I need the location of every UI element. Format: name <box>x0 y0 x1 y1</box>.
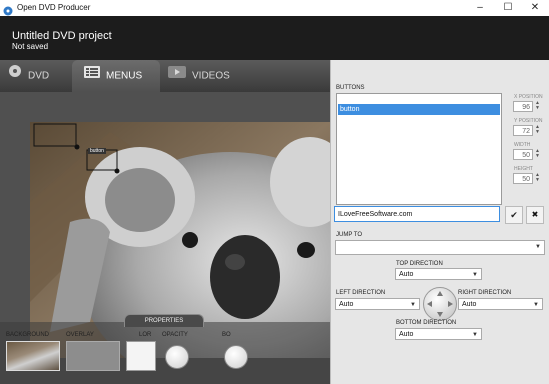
confirm-button[interactable]: ✔ <box>505 206 523 224</box>
top-direction-label: TOP DIRECTION <box>396 261 443 267</box>
button-name-input[interactable]: ILoveFreeSoftware.com <box>334 206 500 222</box>
tab-videos[interactable]: VIDEOS <box>168 60 230 92</box>
overlay-label: OVERLAY <box>66 332 94 338</box>
tab-dvd-label: DVD <box>28 70 50 82</box>
direction-pad[interactable] <box>423 287 457 321</box>
buttons-list[interactable]: button <box>336 93 502 205</box>
width-label: WIDTH <box>514 142 531 148</box>
bottom-direction-label: BOTTOM DIRECTION <box>396 320 457 326</box>
y-spinner[interactable]: ▲ ▼ <box>533 125 542 136</box>
opacity-knob[interactable] <box>165 345 189 369</box>
jump-to-label: JUMP TO <box>336 232 363 238</box>
tab-menus[interactable]: MENUS <box>72 60 160 92</box>
border-knob[interactable] <box>224 345 248 369</box>
right-direction-value: Auto <box>462 301 477 308</box>
preview-button-label[interactable]: button <box>88 148 106 154</box>
window-title: Open DVD Producer <box>17 3 91 12</box>
top-direction-select[interactable]: Auto ▼ <box>395 268 482 280</box>
x-spinner[interactable]: ▲ ▼ <box>533 101 542 112</box>
border-label: BO <box>222 332 231 338</box>
height-input[interactable]: 50 <box>513 173 533 184</box>
video-icon <box>168 60 186 92</box>
jump-to-select[interactable]: ▼ <box>335 240 545 255</box>
y-position-input[interactable]: 72 <box>513 125 533 136</box>
chevron-down-icon: ▼ <box>472 332 478 338</box>
x-position-input[interactable]: 96 <box>513 101 533 112</box>
right-direction-select[interactable]: Auto ▼ <box>458 298 543 310</box>
delete-button[interactable]: ✖ <box>526 206 544 224</box>
left-direction-select[interactable]: Auto ▼ <box>335 298 420 310</box>
project-title: Untitled DVD project <box>12 30 112 42</box>
color-label: LOR <box>139 332 152 338</box>
color-swatch[interactable] <box>126 341 156 371</box>
right-direction-label: RIGHT DIRECTION <box>458 290 512 296</box>
chevron-down-icon: ▼ <box>410 302 416 308</box>
left-direction-value: Auto <box>339 301 354 308</box>
bottom-direction-select[interactable]: Auto ▼ <box>395 328 482 340</box>
chevron-down-icon: ▼ <box>533 302 539 308</box>
width-spinner[interactable]: ▲ ▼ <box>533 149 542 160</box>
window-title-bar: Open DVD Producer – ☐ ✕ <box>0 0 549 16</box>
properties-tab[interactable]: PROPERTIES <box>124 314 204 327</box>
background-label: BACKGROUND <box>6 332 50 338</box>
width-input[interactable]: 50 <box>513 149 533 160</box>
overlay-selector[interactable] <box>66 341 120 371</box>
list-item[interactable]: button <box>338 104 500 115</box>
menu-icon <box>84 60 100 92</box>
bottom-direction-value: Auto <box>399 331 414 338</box>
save-status: Not saved <box>12 42 49 51</box>
left-direction-label: LEFT DIRECTION <box>336 290 386 296</box>
minimize-button[interactable]: – <box>466 0 494 16</box>
chevron-down-icon: ▼ <box>472 272 478 278</box>
height-spinner[interactable]: ▲ ▼ <box>533 173 542 184</box>
tab-menus-label: MENUS <box>106 70 143 82</box>
background-thumbnail[interactable] <box>6 341 60 371</box>
project-header: Untitled DVD project Not saved <box>0 16 549 60</box>
height-label: HEIGHT <box>514 166 533 172</box>
app-icon <box>3 3 13 16</box>
tab-dvd[interactable]: DVD <box>8 60 49 92</box>
disc-icon <box>8 60 22 92</box>
chevron-down-icon: ▼ <box>535 244 541 250</box>
close-button[interactable]: ✕ <box>521 0 549 16</box>
tab-videos-label: VIDEOS <box>192 70 230 82</box>
maximize-button[interactable]: ☐ <box>494 0 522 16</box>
buttons-label: BUTTONS <box>336 85 365 91</box>
opacity-label: OPACITY <box>162 332 188 338</box>
top-direction-value: Auto <box>399 271 414 278</box>
